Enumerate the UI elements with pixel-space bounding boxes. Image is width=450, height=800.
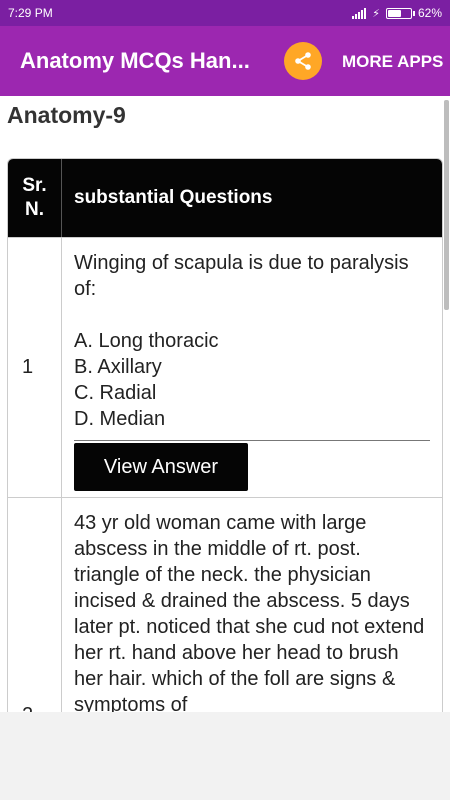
serial-number: 2	[8, 498, 62, 712]
table-header: Sr. N. substantial Questions	[8, 159, 442, 237]
battery-percent: 62%	[417, 6, 442, 20]
content-area[interactable]: Anatomy-9 Sr. N. substantial Questions 1…	[0, 96, 450, 712]
option-a: A. Long thoracic	[74, 330, 219, 352]
header-serial-line2: N.	[25, 199, 44, 220]
bottom-area	[0, 712, 450, 800]
app-bar: Anatomy MCQs Han... MORE APPS	[0, 26, 450, 96]
question-cell: 43 yr old woman came with large abscess …	[62, 498, 442, 712]
signal-icon	[352, 7, 367, 19]
page-title: Anatomy-9	[7, 102, 126, 128]
option-d: D. Median	[74, 408, 166, 430]
scrollbar[interactable]	[444, 100, 449, 310]
table-row: 2 43 yr old woman came with large absces…	[8, 497, 442, 712]
status-bar: 7:29 PM ⚡ 62%	[0, 0, 450, 26]
divider	[74, 440, 430, 441]
questions-table: Sr. N. substantial Questions 1 Winging o…	[7, 158, 443, 712]
status-icons: ⚡ 62%	[352, 6, 442, 20]
option-c: C. Radial	[74, 382, 157, 404]
app-title: Anatomy MCQs Han...	[20, 48, 250, 73]
question-text: Winging of scapula is due to paralysis o…	[74, 252, 409, 300]
battery-icon	[385, 7, 415, 19]
share-button[interactable]	[284, 42, 322, 80]
header-question: substantial Questions	[74, 187, 273, 208]
status-time: 7:29 PM	[8, 6, 53, 20]
more-apps-button[interactable]: MORE APPS	[342, 52, 443, 72]
battery-level	[387, 9, 401, 17]
share-icon	[295, 52, 311, 70]
header-serial: Sr. N.	[8, 159, 62, 237]
table-row: 1 Winging of scapula is due to paralysis…	[8, 237, 442, 497]
question-cell: Winging of scapula is due to paralysis o…	[62, 238, 442, 497]
serial-number: 1	[8, 238, 62, 497]
header-serial-line1: Sr.	[22, 175, 47, 196]
charging-icon: ⚡	[372, 7, 380, 20]
view-answer-button[interactable]: View Answer	[74, 443, 248, 491]
question-text: 43 yr old woman came with large abscess …	[74, 512, 425, 712]
option-b: B. Axillary	[74, 356, 162, 378]
